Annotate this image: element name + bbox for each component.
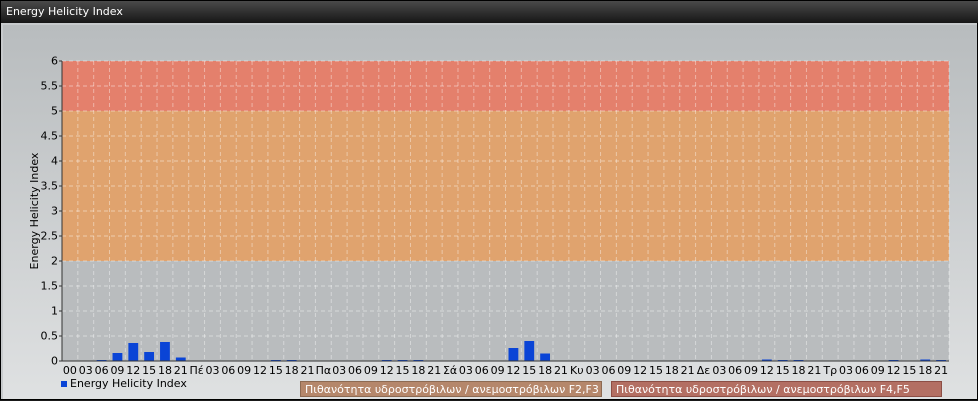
x-tick-label-21: 15 [396,364,410,377]
x-tick-label-11: 09 [237,364,251,377]
x-tick-label-8: Πέ [190,364,204,377]
x-tick-label-33: 03 [586,364,600,377]
x-tick-label-43: 09 [744,364,758,377]
x-tick-label-51: 09 [871,364,885,377]
x-tick-label-44: 12 [760,364,774,377]
x-tick-label-20: 12 [380,364,394,377]
x-tick-label-52: 12 [887,364,901,377]
y-tick-label-2: 1 [51,305,58,318]
x-tick-label-15: 21 [301,364,315,377]
y-tick-label-7: 3.5 [41,180,59,193]
x-tick-label-32: Κυ [570,364,584,377]
x-tick-label-18: 06 [348,364,362,377]
x-tick-label-1: 03 [79,364,93,377]
x-tick-label-29: 15 [522,364,536,377]
x-tick-label-3: 09 [110,364,124,377]
y-tick-label-10: 5 [51,105,58,118]
chart-panel: Energy Helicity Index 0 0.5 1 1.5 2 2.5 3 3.5 4 4… [0,0,978,400]
x-tick-label-42: 06 [728,364,742,377]
x-tick-label-45: 15 [776,364,790,377]
x-tick-label-16: Πα [316,364,332,377]
bar-4 [128,343,139,361]
x-tick-label-17: 03 [332,364,346,377]
ehi-chart: 00.511.522.533.544.555.5600 03 06 09 12 15 18 2… [28,55,950,377]
bar-5 [144,352,155,361]
x-tick-label-30: 18 [538,364,552,377]
x-tick-label-31: 21 [554,364,568,377]
bar-3 [112,353,123,361]
y-tick-label-12: 6 [51,55,58,68]
x-tick-label-54: 18 [918,364,932,377]
x-tick-label-26: 06 [475,364,489,377]
x-tick-label-38: 18 [665,364,679,377]
y-tick-label-9: 4.5 [41,130,59,143]
x-tick-label-41: 03 [712,364,726,377]
y-tick-label-5: 2.5 [41,230,59,243]
x-tick-label-46: 18 [792,364,806,377]
y-tick-label-4: 2 [51,255,58,268]
band-label-f2-f3: Πιθανότητα υδροστρόβιλων / ανεμοστρόβιλω… [300,381,602,397]
x-tick-label-27: 09 [491,364,505,377]
x-tick-label-2: 06 [95,364,109,377]
y-tick-label-0: 0 [51,355,58,368]
x-tick-label-37: 15 [649,364,663,377]
x-tick-label-22: 18 [411,364,425,377]
x-tick-label-28: 12 [506,364,520,377]
x-tick-label-25: 03 [459,364,473,377]
y-tick-label-1: 0.5 [41,330,59,343]
x-tick-label-35: 09 [617,364,631,377]
legend-series-label: Energy Helicity Index [70,377,187,390]
y-tick-label-3: 1.5 [41,280,59,293]
x-tick-label-0: 00 [63,364,77,377]
x-tick-label-47: 21 [807,364,821,377]
x-tick-label-50: 06 [855,364,869,377]
x-tick-label-36: 12 [633,364,647,377]
x-tick-label-40: Δε [697,364,711,377]
x-tick-label-53: 15 [902,364,916,377]
y-tick-label-8: 4 [51,155,58,168]
x-tick-label-48: Τρ [822,364,837,377]
bar-6 [160,342,170,361]
legend: Energy Helicity Index [61,377,187,390]
x-tick-label-5: 15 [142,364,156,377]
bar-7 [175,357,186,361]
y-axis-label: Energy Helicity Index [28,152,41,269]
x-tick-label-9: 03 [205,364,219,377]
y-tick-label-6: 3 [51,205,58,218]
legend-swatch [61,380,67,387]
x-tick-label-23: 21 [427,364,441,377]
x-tick-label-24: Σά [443,364,457,377]
band-label-f4-f5: Πιθανότητα υδροστρόβιλων / ανεμοστρόβιλω… [611,381,942,397]
x-tick-label-55: 21 [934,364,948,377]
x-tick-label-6: 18 [158,364,172,377]
x-tick-label-7: 21 [174,364,188,377]
x-tick-label-13: 15 [269,364,283,377]
x-tick-label-12: 12 [253,364,267,377]
x-tick-label-49: 03 [839,364,853,377]
bar-30 [540,353,551,361]
x-tick-label-39: 21 [681,364,695,377]
x-tick-label-4: 12 [126,364,140,377]
bar-29 [524,341,535,361]
x-tick-label-10: 06 [221,364,235,377]
y-tick-label-11: 5.5 [41,80,59,93]
x-tick-label-19: 09 [364,364,378,377]
x-tick-label-14: 18 [285,364,299,377]
bar-28 [508,348,519,361]
x-tick-label-34: 06 [601,364,615,377]
